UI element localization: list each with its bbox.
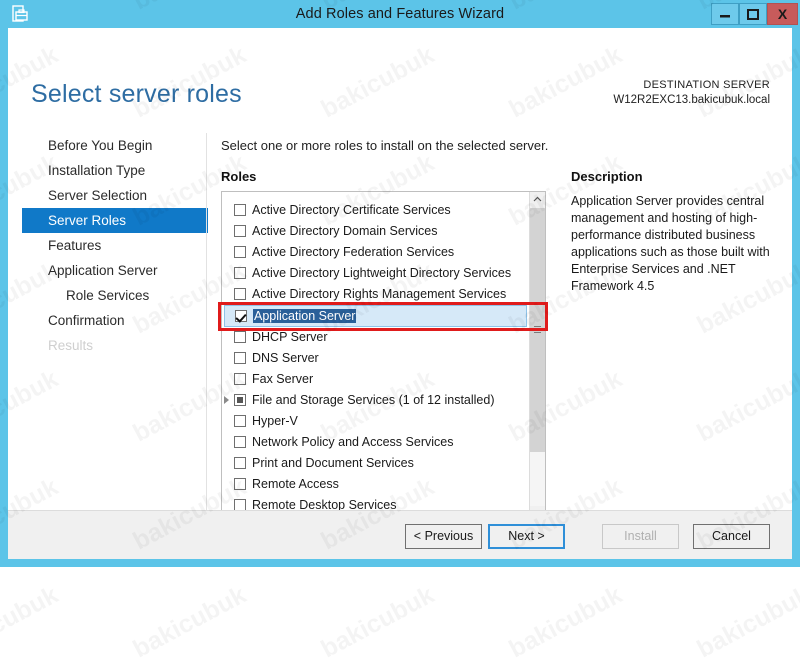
watermark-text: bakicubuk xyxy=(0,581,63,664)
role-list-item[interactable]: DNS Server xyxy=(222,348,529,369)
role-checkbox[interactable] xyxy=(234,204,246,216)
maximize-button[interactable] xyxy=(739,3,767,25)
description-title: Description xyxy=(571,169,643,184)
sidebar-item-label: Server Roles xyxy=(48,213,127,228)
role-checkbox[interactable] xyxy=(235,310,247,322)
watermark-text: bakicubuk xyxy=(692,581,800,664)
watermark-text: bakicubuk xyxy=(128,581,251,664)
sidebar-item-label: Features xyxy=(48,238,102,253)
roles-label: Roles xyxy=(221,169,257,184)
wizard-sidebar: Before You Begin Installation Type Server … xyxy=(8,133,208,358)
sidebar-item-label: Application Server xyxy=(48,263,158,278)
sidebar-item-label: Confirmation xyxy=(48,313,125,328)
role-checkbox[interactable] xyxy=(234,288,246,300)
role-label: DNS Server xyxy=(252,351,319,365)
role-checkbox[interactable] xyxy=(234,225,246,237)
title-bar: Add Roles and Features Wizard X xyxy=(0,0,800,28)
role-label: Application Server xyxy=(253,309,357,323)
role-label: Active Directory Rights Management Servi… xyxy=(252,287,507,301)
wizard-client-area: Select server roles DESTINATION SERVER W… xyxy=(8,28,792,559)
sidebar-item-role-services[interactable]: Role Services xyxy=(8,283,208,308)
sidebar-item-features[interactable]: Features xyxy=(8,233,208,258)
role-list-item[interactable]: Remote Access xyxy=(222,474,529,495)
sidebar-item-label: Before You Begin xyxy=(48,138,153,153)
role-list-item[interactable]: Print and Document Services xyxy=(222,453,529,474)
destination-server-block: DESTINATION SERVER W12R2EXC13.bakicubuk.… xyxy=(613,78,770,108)
scroll-up-arrow-icon[interactable] xyxy=(530,192,545,208)
sidebar-item-confirmation[interactable]: Confirmation xyxy=(8,308,208,333)
previous-button[interactable]: < Previous xyxy=(405,524,482,549)
description-text: Application Server provides central mana… xyxy=(571,194,770,293)
sidebar-item-label: Server Selection xyxy=(48,188,148,203)
role-label: Remote Access xyxy=(252,477,339,491)
sidebar-item-results: Results xyxy=(8,333,208,358)
role-list-item[interactable]: Network Policy and Access Services xyxy=(222,432,529,453)
sidebar-item-label: Installation Type xyxy=(48,163,146,178)
role-checkbox[interactable] xyxy=(234,436,246,448)
role-checkbox[interactable] xyxy=(234,352,246,364)
role-label: DHCP Server xyxy=(252,330,328,344)
role-checkbox[interactable] xyxy=(234,457,246,469)
role-list-item[interactable]: Hyper-V xyxy=(222,411,529,432)
close-button[interactable]: X xyxy=(767,3,798,25)
role-label: Network Policy and Access Services xyxy=(252,435,454,449)
sidebar-divider xyxy=(206,133,207,523)
page-title: Select server roles xyxy=(31,80,242,108)
role-list-item[interactable]: Active Directory Federation Services xyxy=(222,242,529,263)
role-checkbox[interactable] xyxy=(234,331,246,343)
role-checkbox[interactable] xyxy=(234,373,246,385)
roles-listbox[interactable]: Active Directory Certificate Services Act… xyxy=(221,191,546,523)
role-list-item[interactable]: Active Directory Lightweight Directory S… xyxy=(222,263,529,284)
role-label: File and Storage Services (1 of 12 insta… xyxy=(252,393,495,407)
role-list-item[interactable]: Active Directory Certificate Services xyxy=(222,200,529,221)
destination-server-label: DESTINATION SERVER xyxy=(643,79,770,91)
watermark-text: bakicubuk xyxy=(316,581,439,664)
sidebar-item-server-roles[interactable]: Server Roles xyxy=(22,208,208,233)
role-label: Active Directory Domain Services xyxy=(252,224,438,238)
roles-list: Active Directory Certificate Services Act… xyxy=(222,200,529,516)
sidebar-item-server-selection[interactable]: Server Selection xyxy=(8,183,208,208)
role-list-item[interactable]: Fax Server xyxy=(222,369,529,390)
scrollbar-track[interactable] xyxy=(530,208,545,506)
roles-scrollbar[interactable] xyxy=(529,192,545,522)
wizard-footer: < Previous Next > Install Cancel xyxy=(8,510,792,559)
role-label: Active Directory Federation Services xyxy=(252,245,455,259)
role-label: Print and Document Services xyxy=(252,456,414,470)
scrollbar-thumb[interactable] xyxy=(530,208,545,452)
wizard-window: Add Roles and Features Wizard X Select s… xyxy=(0,0,800,663)
window-title: Add Roles and Features Wizard xyxy=(295,6,505,22)
role-list-item[interactable]: Application Server xyxy=(224,305,527,327)
role-label: Active Directory Lightweight Directory S… xyxy=(252,266,512,280)
sidebar-item-application-server[interactable]: Application Server xyxy=(8,258,208,283)
sidebar-item-label: Results xyxy=(48,338,94,353)
scrollbar-grip-icon xyxy=(534,326,541,333)
next-button[interactable]: Next > xyxy=(488,524,565,549)
destination-server-value: W12R2EXC13.bakicubuk.local xyxy=(613,94,770,106)
cancel-button[interactable]: Cancel xyxy=(693,524,770,549)
role-label: Active Directory Certificate Services xyxy=(252,203,451,217)
role-checkbox[interactable] xyxy=(234,267,246,279)
expand-chevron-right-icon[interactable] xyxy=(224,396,229,404)
role-checkbox[interactable] xyxy=(234,415,246,427)
watermark-text: bakicubuk xyxy=(504,581,627,664)
role-checkbox[interactable] xyxy=(234,246,246,258)
sidebar-item-before-you-begin[interactable]: Before You Begin xyxy=(8,133,208,158)
minimize-button[interactable] xyxy=(711,3,739,25)
role-checkbox[interactable] xyxy=(234,394,246,406)
instruction-text: Select one or more roles to install on t… xyxy=(221,138,549,153)
role-list-item[interactable]: Active Directory Rights Management Servi… xyxy=(222,284,529,305)
role-list-item[interactable]: DHCP Server xyxy=(222,327,529,348)
role-list-item[interactable]: Active Directory Domain Services xyxy=(222,221,529,242)
role-list-item[interactable]: File and Storage Services (1 of 12 insta… xyxy=(222,390,529,411)
install-button: Install xyxy=(602,524,679,549)
sidebar-item-label: Role Services xyxy=(66,288,150,303)
role-label: Hyper-V xyxy=(252,414,298,428)
role-checkbox[interactable] xyxy=(234,478,246,490)
sidebar-item-installation-type[interactable]: Installation Type xyxy=(8,158,208,183)
role-label: Fax Server xyxy=(252,372,314,386)
